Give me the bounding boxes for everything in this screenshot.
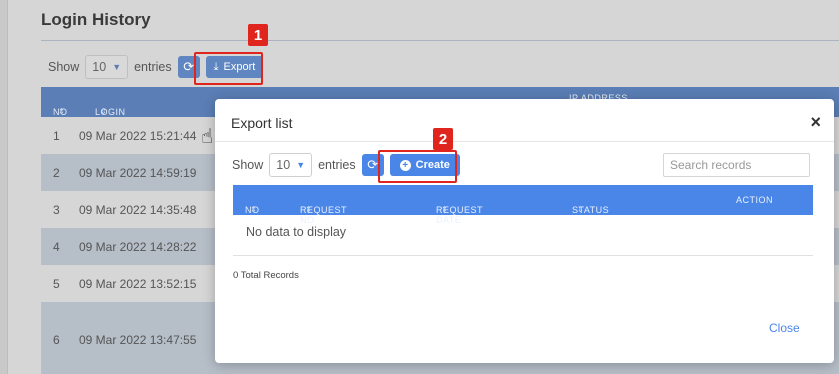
table-footer-divider [233, 255, 813, 256]
step-1-badge: 1 [248, 24, 268, 46]
entries-value: 10 [276, 158, 291, 172]
sort-icon: ⇕ [250, 205, 258, 214]
modal-title: Export list [231, 115, 293, 131]
entries-value: 10 [92, 60, 107, 74]
entries-select[interactable]: 10 ▼ [269, 153, 313, 177]
export-table-header: NO ⇕ REQUEST NO ⇕ REQUEST DATE ⇕ STATUS ⇕ AC… [233, 185, 813, 225]
column-header-action: ACTION [736, 195, 774, 205]
total-records: 0 Total Records [233, 270, 299, 281]
refresh-icon: ⟳ [183, 59, 195, 74]
sort-icon: ⇕ [305, 205, 313, 214]
modal-divider [215, 141, 834, 142]
show-label: Show [48, 60, 80, 74]
create-highlight-box [378, 150, 457, 183]
sort-icon: ⇕ [577, 205, 585, 214]
chevron-down-icon: ▼ [296, 160, 306, 170]
entries-label: entries [134, 60, 172, 74]
export-highlight-box [194, 52, 263, 85]
page-title: Login History [41, 10, 151, 29]
close-icon[interactable]: × [810, 112, 821, 133]
refresh-icon: ⟳ [367, 157, 379, 172]
entries-label: entries [318, 158, 356, 172]
show-label: Show [232, 158, 264, 172]
sort-icon: ⇕ [58, 107, 66, 116]
chevron-down-icon: ▼ [112, 62, 122, 72]
pointer-cursor-icon: ☝ [201, 126, 214, 148]
search-input[interactable] [663, 153, 810, 177]
entries-select[interactable]: 10 ▼ [85, 55, 129, 79]
empty-state-text: No data to display [246, 225, 347, 239]
title-divider [41, 40, 839, 41]
sort-icon: ⇕ [441, 205, 449, 214]
sort-icon: ⇕ [100, 107, 108, 116]
side-strip [0, 0, 8, 374]
close-button[interactable]: Close [769, 321, 800, 335]
export-list-modal: Export list × Show 10 ▼ entries ⟳ + Crea… [215, 99, 834, 363]
step-2-badge: 2 [433, 128, 453, 150]
